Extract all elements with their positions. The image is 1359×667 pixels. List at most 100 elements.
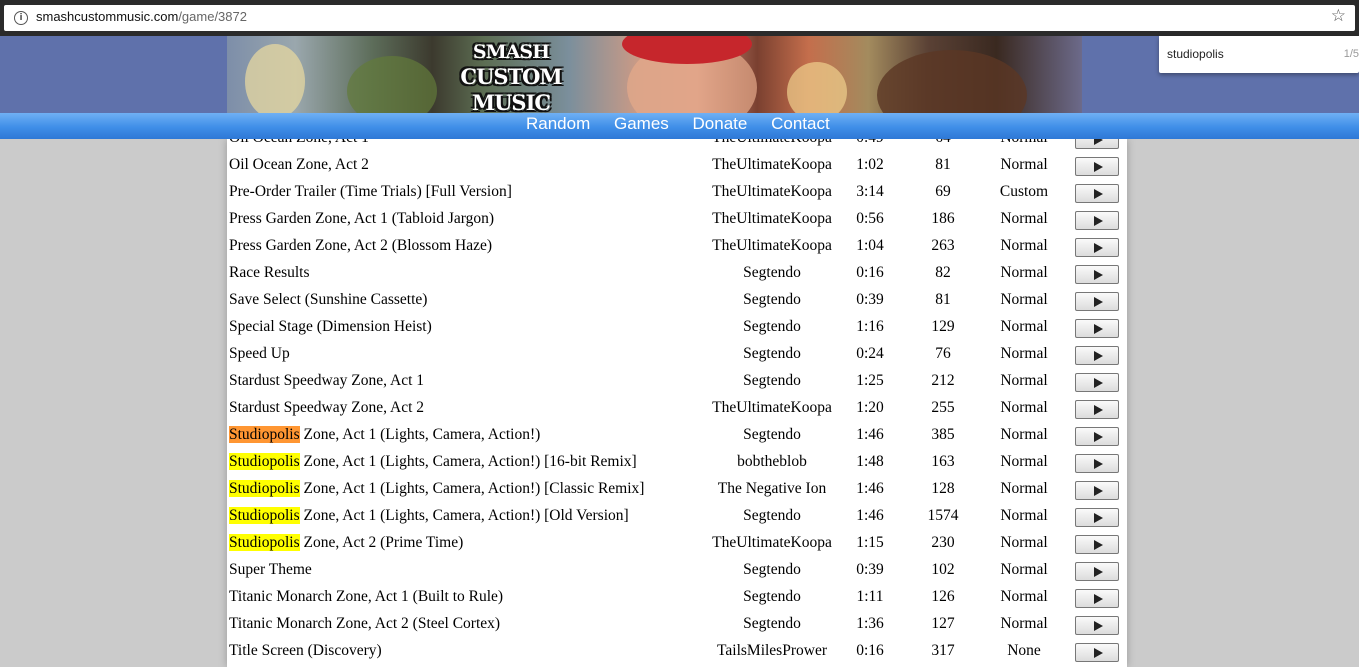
song-downloads: 126 [931, 588, 955, 605]
song-title[interactable]: Special Stage (Dimension Heist) [229, 318, 432, 336]
song-title-text: Zone, Act 1 (Lights, Camera, Action!) [C… [299, 480, 645, 497]
logo-line-2: CUSTOM MUSIC [460, 64, 562, 113]
song-title[interactable]: Speed Up [229, 345, 290, 363]
song-length: 1:46 [856, 480, 884, 497]
play-button[interactable] [1075, 535, 1119, 554]
nav-games[interactable]: Games [614, 114, 669, 133]
song-author: The Negative Ion [717, 480, 827, 497]
play-button[interactable] [1075, 319, 1119, 338]
song-downloads: 186 [931, 210, 955, 227]
song-title-text: Stardust Speedway Zone, Act 2 [229, 399, 425, 416]
song-downloads: 102 [931, 561, 955, 578]
play-button[interactable] [1075, 616, 1119, 635]
song-title[interactable]: Race Results [229, 264, 310, 282]
play-button[interactable] [1075, 157, 1119, 176]
song-title-text: Titanic Monarch Zone, Act 1 (Built to Ru… [229, 588, 504, 605]
song-length: 1:15 [856, 534, 884, 551]
song-title[interactable]: Save Select (Sunshine Cassette) [229, 291, 427, 309]
song-downloads: 163 [931, 453, 955, 470]
star-icon[interactable]: ☆ [1331, 6, 1346, 26]
song-title[interactable]: Title Screen (Discovery) [229, 642, 382, 660]
song-author: TheUltimateKoopa [712, 399, 832, 416]
play-button[interactable] [1075, 292, 1119, 311]
search-highlight: Studiopolis [229, 480, 300, 497]
play-button[interactable] [1075, 238, 1119, 257]
song-row: Super Theme Segtendo 0:39 102 Normal [227, 558, 1127, 585]
song-length: 0:39 [856, 561, 884, 578]
nav-random[interactable]: Random [526, 114, 590, 133]
song-row: Titanic Monarch Zone, Act 1 (Built to Ru… [227, 585, 1127, 612]
song-length: 1:46 [856, 426, 884, 443]
song-title[interactable]: Studiopolis Zone, Act 1 (Lights, Camera,… [229, 507, 629, 525]
song-author: Segtendo [743, 345, 801, 362]
song-row: Race Results Segtendo 0:16 82 Normal [227, 261, 1127, 288]
song-downloads: 81 [935, 291, 951, 308]
song-title[interactable]: Studiopolis Zone, Act 1 (Lights, Camera,… [229, 480, 644, 498]
play-button[interactable] [1075, 562, 1119, 581]
play-button[interactable] [1075, 184, 1119, 203]
song-downloads: 317 [931, 642, 955, 659]
song-author: Segtendo [743, 507, 801, 524]
song-author: TheUltimateKoopa [712, 210, 832, 227]
song-length: 1:48 [856, 453, 884, 470]
song-downloads: 263 [931, 237, 955, 254]
site-logo[interactable]: SMASH CUSTOM MUSIC [422, 40, 600, 113]
song-title[interactable]: Press Garden Zone, Act 1 (Tabloid Jargon… [229, 210, 494, 228]
song-row: Oil Ocean Zone, Act 2 TheUltimateKoopa 1:0… [227, 153, 1127, 180]
play-button[interactable] [1075, 211, 1119, 230]
song-length: 1:11 [856, 588, 884, 605]
nav-contact[interactable]: Contact [771, 114, 830, 133]
song-length: 1:02 [856, 156, 884, 173]
song-type: Normal [1000, 534, 1048, 551]
song-title[interactable]: Studiopolis Zone, Act 1 (Lights, Camera,… [229, 453, 637, 471]
song-title[interactable]: Studiopolis Zone, Act 1 (Lights, Camera,… [229, 426, 540, 444]
play-button[interactable] [1075, 346, 1119, 365]
play-button[interactable] [1075, 373, 1119, 392]
play-button[interactable] [1075, 481, 1119, 500]
song-type: Normal [1000, 210, 1048, 227]
play-button[interactable] [1075, 265, 1119, 284]
play-button[interactable] [1075, 427, 1119, 446]
song-title[interactable]: Titanic Monarch Zone, Act 2 (Steel Corte… [229, 615, 500, 633]
song-row: Studiopolis Zone, Act 1 (Lights, Camera,… [227, 504, 1127, 531]
song-title-text: Save Select (Sunshine Cassette) [229, 291, 428, 308]
song-downloads: 385 [931, 426, 955, 443]
play-button[interactable] [1075, 589, 1119, 608]
song-row: Studiopolis Zone, Act 1 (Lights, Camera,… [227, 423, 1127, 450]
address-bar[interactable]: i smashcustommusic.com/game/3872 ☆ [4, 5, 1355, 31]
song-length: 1:25 [856, 372, 884, 389]
song-title[interactable]: Stardust Speedway Zone, Act 1 [229, 372, 424, 390]
song-title-text: Title Screen (Discovery) [229, 642, 382, 659]
play-button[interactable] [1075, 400, 1119, 419]
song-title[interactable]: Titanic Monarch Zone, Act 1 (Built to Ru… [229, 588, 503, 606]
song-type: Normal [1000, 264, 1048, 281]
song-title[interactable]: Stardust Speedway Zone, Act 2 [229, 399, 424, 417]
nav-donate[interactable]: Donate [693, 114, 748, 133]
play-button[interactable] [1075, 508, 1119, 527]
song-title[interactable]: Super Theme [229, 561, 312, 579]
url-text[interactable]: smashcustommusic.com/game/3872 [36, 9, 247, 24]
song-title[interactable]: Pre-Order Trailer (Time Trials) [Full Ve… [229, 183, 512, 201]
song-type: Normal [1000, 561, 1048, 578]
song-length: 0:24 [856, 345, 884, 362]
play-button[interactable] [1075, 454, 1119, 473]
song-title[interactable]: Studiopolis Zone, Act 2 (Prime Time) [229, 534, 463, 552]
song-type: Custom [999, 183, 1049, 200]
song-length: 0:56 [856, 210, 884, 227]
song-title[interactable]: Press Garden Zone, Act 2 (Blossom Haze) [229, 237, 492, 255]
song-type: Normal [1000, 399, 1048, 416]
find-input[interactable]: studiopolis [1167, 47, 1224, 61]
song-title[interactable]: Oil Ocean Zone, Act 2 [229, 156, 369, 174]
search-highlight: Studiopolis [229, 426, 300, 443]
play-button[interactable] [1075, 643, 1119, 662]
song-length: 1:20 [856, 399, 884, 416]
info-icon[interactable]: i [14, 11, 28, 25]
song-downloads: 81 [935, 156, 951, 173]
song-row: Studiopolis Zone, Act 1 (Lights, Camera,… [227, 477, 1127, 504]
song-row: Save Select (Sunshine Cassette) Segtendo 0… [227, 288, 1127, 315]
find-bar: studiopolis 1/5 [1159, 36, 1359, 73]
song-author: Segtendo [743, 372, 801, 389]
song-title-text: Titanic Monarch Zone, Act 2 (Steel Corte… [229, 615, 501, 632]
song-author: Segtendo [743, 264, 801, 281]
song-row: Special Stage (Dimension Heist) Segtendo 1… [227, 315, 1127, 342]
